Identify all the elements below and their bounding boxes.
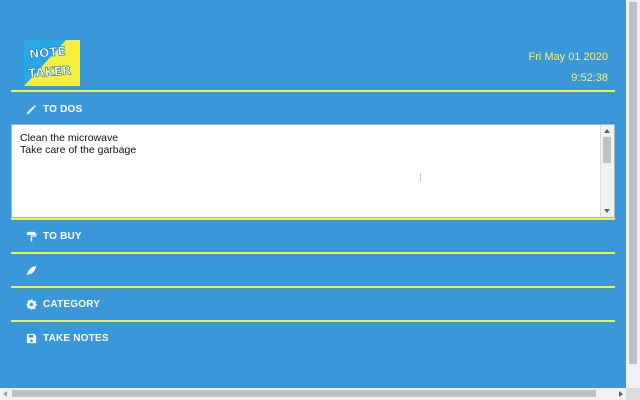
section-todos-label: TO DOS bbox=[43, 103, 83, 115]
divider bbox=[11, 218, 615, 220]
leaf-icon bbox=[26, 265, 37, 276]
scroll-right-arrow-icon[interactable] bbox=[619, 391, 623, 397]
date-text: Fri May 01 2020 bbox=[528, 51, 608, 63]
pencil-icon bbox=[26, 104, 37, 114]
scrollbar-corner bbox=[626, 388, 640, 400]
page-vertical-scroll-thumb[interactable] bbox=[629, 2, 637, 364]
save-floppy-icon bbox=[26, 333, 37, 343]
divider bbox=[11, 320, 615, 322]
time-text: 9:52:38 bbox=[571, 72, 608, 84]
text-cursor-mark bbox=[420, 173, 421, 181]
divider bbox=[11, 286, 615, 288]
section-category-label: CATEGORY bbox=[43, 298, 101, 310]
section-leaf[interactable] bbox=[26, 262, 43, 278]
scroll-down-arrow-icon[interactable] bbox=[604, 209, 610, 213]
textarea-scrollbar[interactable] bbox=[600, 125, 614, 217]
section-tobuy[interactable]: TO BUY bbox=[26, 228, 82, 244]
textarea-scroll-thumb[interactable] bbox=[603, 137, 611, 163]
todos-textarea-content[interactable]: Clean the microwave Take care of the gar… bbox=[20, 132, 136, 156]
section-notes[interactable]: TAKE NOTES bbox=[26, 330, 109, 346]
datetime-display: Fri May 01 2020 9:52:38 bbox=[529, 47, 608, 89]
gear-icon bbox=[26, 298, 37, 310]
page-horizontal-scroll-thumb[interactable] bbox=[12, 390, 596, 397]
page-vertical-scrollbar[interactable] bbox=[626, 0, 640, 388]
divider bbox=[11, 90, 615, 92]
scroll-left-arrow-icon[interactable] bbox=[3, 391, 7, 397]
todos-textarea[interactable]: Clean the microwave Take care of the gar… bbox=[11, 124, 615, 218]
divider bbox=[11, 252, 615, 254]
section-notes-label: TAKE NOTES bbox=[43, 332, 109, 344]
note-taker-app: NOTE TAKER Fri May 01 2020 9:52:38 TO DO… bbox=[0, 0, 626, 388]
section-todos[interactable]: TO DOS bbox=[26, 101, 82, 117]
page-horizontal-scrollbar[interactable] bbox=[0, 388, 626, 400]
paint-roller-icon bbox=[26, 231, 37, 241]
section-tobuy-label: TO BUY bbox=[43, 230, 82, 242]
note-taker-logo: NOTE TAKER bbox=[24, 40, 80, 86]
scroll-up-arrow-icon[interactable] bbox=[604, 129, 610, 133]
section-category[interactable]: CATEGORY bbox=[26, 296, 100, 312]
